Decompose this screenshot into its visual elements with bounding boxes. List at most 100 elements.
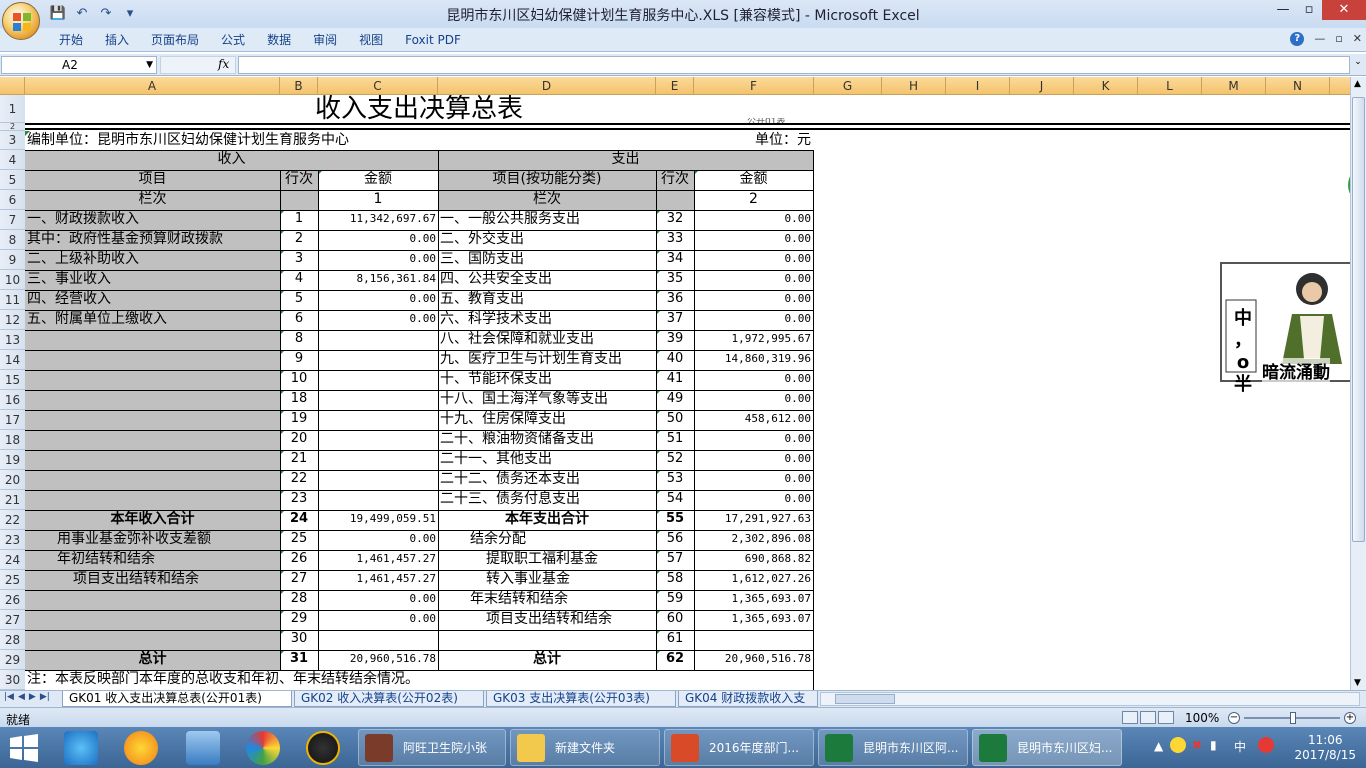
taskbar-task-folder[interactable]: 新建文件夹 — [510, 729, 660, 766]
expense-line-cell[interactable]: 35 — [656, 270, 694, 290]
expense-amount-cell[interactable]: 0.00 — [694, 450, 813, 470]
horizontal-scroll-thumb[interactable] — [835, 694, 895, 704]
income-item-cell[interactable]: 四、经营收入 — [25, 290, 280, 310]
ribbon-minimize-icon[interactable]: — — [1314, 32, 1325, 46]
expense-item-cell[interactable]: 提取职工福利基金 — [438, 550, 656, 570]
income-item-cell[interactable]: 其中：政府性基金预算财政拨款 — [25, 230, 280, 250]
income-amount-cell[interactable] — [318, 470, 438, 490]
income-line-cell[interactable]: 5 — [280, 290, 318, 310]
vertical-scrollbar[interactable]: ▲ ▼ — [1350, 77, 1366, 690]
ribbon-close-icon[interactable]: ✕ — [1353, 32, 1362, 46]
expense-item-cell[interactable]: 总计 — [438, 650, 656, 670]
income-line-cell[interactable]: 10 — [280, 370, 318, 390]
sheet-tab-gk04[interactable]: GK04 财政拨款收入支 — [678, 691, 818, 707]
column-header-i[interactable]: I — [946, 77, 1010, 95]
income-amount-cell[interactable]: 1,461,457.27 — [318, 550, 438, 570]
sheet-tab-gk03[interactable]: GK03 支出决算表(公开03表) — [486, 691, 676, 707]
column-header-c[interactable]: C — [318, 77, 438, 95]
income-amount-cell[interactable]: 19,499,059.51 — [318, 510, 438, 530]
expense-amount-cell[interactable]: 0.00 — [694, 490, 813, 510]
income-amount-cell[interactable]: 0.00 — [318, 530, 438, 550]
row-header-3[interactable]: 3 — [0, 131, 25, 150]
income-amount-cell[interactable]: 8,156,361.84 — [318, 270, 438, 290]
expense-amount-cell[interactable]: 0.00 — [694, 470, 813, 490]
column-header-g[interactable]: G — [814, 77, 882, 95]
row-header-13[interactable]: 13 — [0, 330, 25, 350]
expense-line-cell[interactable]: 62 — [656, 650, 694, 670]
expense-item-cell[interactable]: 二十二、债务还本支出 — [438, 470, 656, 490]
expense-amount-cell[interactable]: 2,302,896.08 — [694, 530, 813, 550]
browser-icon[interactable] — [246, 731, 280, 765]
income-amount-cell[interactable]: 0.00 — [318, 610, 438, 630]
horizontal-scrollbar[interactable] — [820, 692, 1360, 706]
row-header-10[interactable]: 10 — [0, 270, 25, 290]
taskbar-task-chat[interactable]: 阿旺卫生院小张 — [358, 729, 506, 766]
income-amount-cell[interactable] — [318, 330, 438, 350]
tab-home[interactable]: 开始 — [48, 32, 94, 48]
income-line-cell[interactable]: 27 — [280, 570, 318, 590]
row-header-17[interactable]: 17 — [0, 410, 25, 430]
income-amount-cell[interactable]: 20,960,516.78 — [318, 650, 438, 670]
tab-review[interactable]: 审阅 — [302, 32, 348, 48]
ie-icon[interactable] — [64, 731, 98, 765]
income-amount-cell[interactable] — [318, 390, 438, 410]
last-sheet-icon[interactable]: ▶| — [40, 692, 50, 702]
page-layout-view-icon[interactable] — [1140, 711, 1156, 724]
expense-line-cell[interactable]: 57 — [656, 550, 694, 570]
expense-item-cell[interactable]: 一、一般公共服务支出 — [438, 210, 656, 230]
expense-amount-cell[interactable]: 0.00 — [694, 270, 813, 290]
expense-amount-cell[interactable] — [694, 630, 813, 650]
security-icon[interactable] — [1170, 737, 1186, 753]
row-header-14[interactable]: 14 — [0, 350, 25, 370]
row-header-5[interactable]: 5 — [0, 170, 25, 190]
worksheet-grid[interactable]: 收入支出决算总表 公开01表 编制单位：昆明市东川区妇幼保健计划生育服务中心 单… — [25, 95, 1350, 690]
row-header-12[interactable]: 12 — [0, 310, 25, 330]
row-header-19[interactable]: 19 — [0, 450, 25, 470]
taskbar-task-excel-2[interactable]: 昆明市东川区妇... — [972, 729, 1122, 766]
expense-line-cell[interactable]: 58 — [656, 570, 694, 590]
column-header-n[interactable]: N — [1266, 77, 1330, 95]
row-header-30[interactable]: 30 — [0, 670, 25, 690]
expense-line-cell[interactable]: 53 — [656, 470, 694, 490]
income-item-cell[interactable] — [25, 350, 280, 370]
column-header-f[interactable]: F — [694, 77, 814, 95]
expense-item-cell[interactable]: 二、外交支出 — [438, 230, 656, 250]
income-amount-cell[interactable]: 0.00 — [318, 290, 438, 310]
expense-amount-cell[interactable]: 0.00 — [694, 310, 813, 330]
row-header-27[interactable]: 27 — [0, 610, 25, 630]
expense-line-cell[interactable]: 55 — [656, 510, 694, 530]
expense-line-cell[interactable]: 61 — [656, 630, 694, 650]
first-sheet-icon[interactable]: |◀ — [4, 692, 14, 702]
income-item-cell[interactable]: 五、附属单位上缴收入 — [25, 310, 280, 330]
income-item-cell[interactable] — [25, 590, 280, 610]
column-header-e[interactable]: E — [656, 77, 694, 95]
income-item-cell[interactable]: 二、上级补助收入 — [25, 250, 280, 270]
income-amount-cell[interactable]: 0.00 — [318, 250, 438, 270]
expense-amount-cell[interactable]: 1,972,995.67 — [694, 330, 813, 350]
sogou-icon[interactable] — [1258, 737, 1274, 753]
income-line-cell[interactable]: 28 — [280, 590, 318, 610]
row-header-28[interactable]: 28 — [0, 630, 25, 650]
zoom-slider[interactable]: − + — [1228, 712, 1358, 724]
expense-item-cell[interactable]: 本年支出合计 — [438, 510, 656, 530]
income-line-cell[interactable]: 22 — [280, 470, 318, 490]
tab-formulas[interactable]: 公式 — [210, 32, 256, 48]
expense-amount-cell[interactable]: 14,860,319.96 — [694, 350, 813, 370]
row-header-21[interactable]: 21 — [0, 490, 25, 510]
expense-line-cell[interactable]: 51 — [656, 430, 694, 450]
expense-amount-cell[interactable]: 20,960,516.78 — [694, 650, 813, 670]
clock[interactable]: 11:06 2017/8/15 — [1294, 733, 1356, 763]
income-line-cell[interactable]: 18 — [280, 390, 318, 410]
help-icon[interactable]: ? — [1290, 32, 1305, 46]
expense-amount-cell[interactable]: 690,868.82 — [694, 550, 813, 570]
row-header-20[interactable]: 20 — [0, 470, 25, 490]
expense-amount-cell[interactable]: 17,291,927.63 — [694, 510, 813, 530]
expense-amount-cell[interactable]: 1,365,693.07 — [694, 610, 813, 630]
row-header-9[interactable]: 9 — [0, 250, 25, 270]
expense-line-cell[interactable]: 40 — [656, 350, 694, 370]
expense-item-cell[interactable]: 二十三、债务付息支出 — [438, 490, 656, 510]
income-line-cell[interactable]: 9 — [280, 350, 318, 370]
expense-line-cell[interactable]: 41 — [656, 370, 694, 390]
income-amount-cell[interactable]: 1,461,457.27 — [318, 570, 438, 590]
income-line-cell[interactable]: 6 — [280, 310, 318, 330]
